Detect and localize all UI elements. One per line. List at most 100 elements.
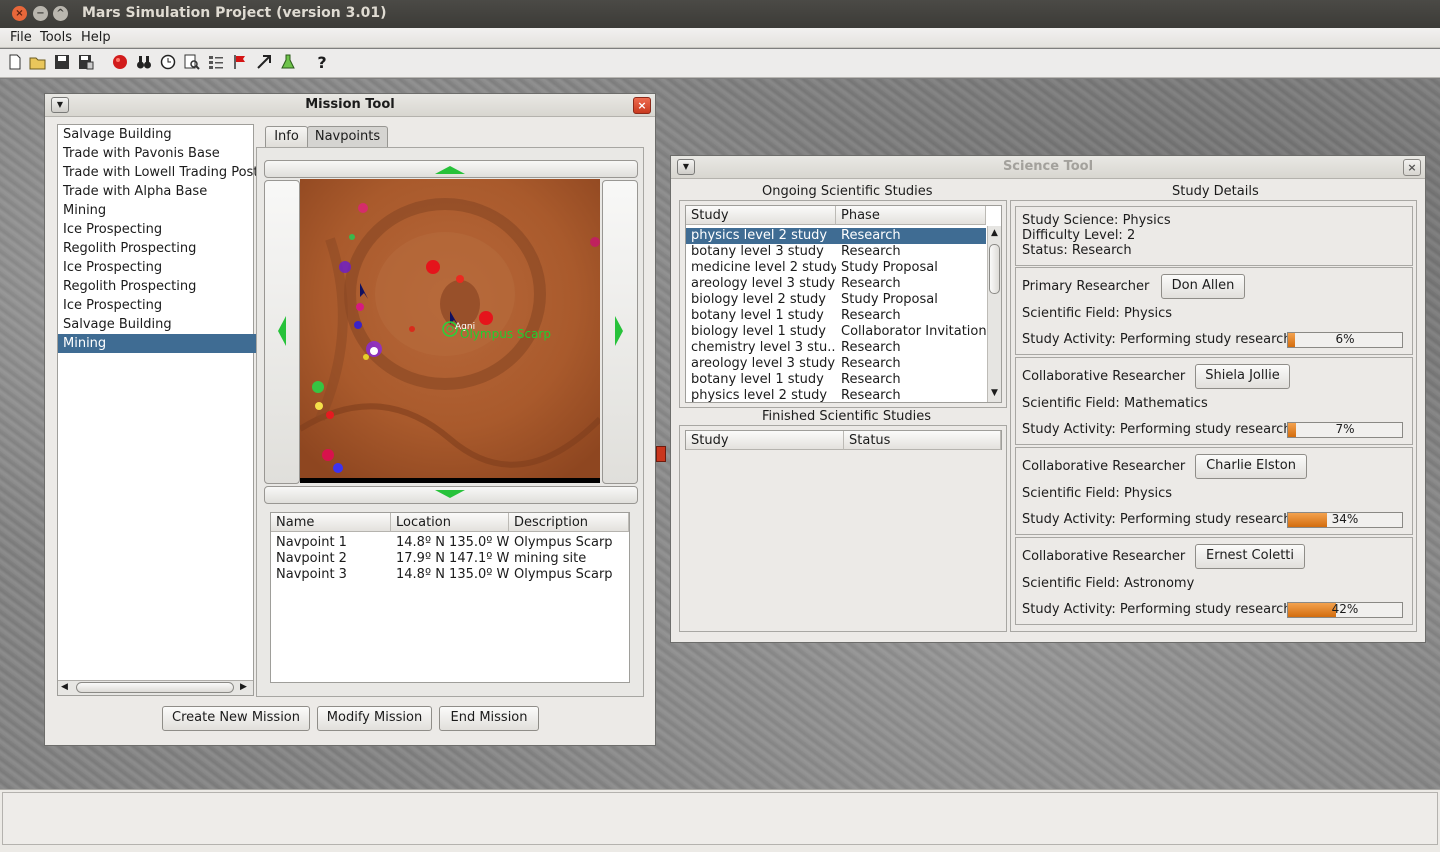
researcher-name-button[interactable]: Charlie Elston	[1195, 454, 1307, 479]
maximize-window-button[interactable]: ^	[53, 6, 68, 21]
researcher-name-button[interactable]: Ernest Coletti	[1195, 544, 1305, 569]
table-cell: mining site	[514, 551, 587, 566]
table-row[interactable]: biology level 2 study Study Proposal	[686, 292, 986, 308]
open-icon[interactable]	[29, 54, 47, 72]
table-row[interactable]: physics level 2 study Research	[686, 388, 986, 403]
navigation-map[interactable]: Agni Olympus Scarp	[300, 179, 600, 483]
menu-tools[interactable]: Tools	[40, 30, 72, 45]
mars-surface-map[interactable]: Agni Olympus Scarp	[300, 179, 600, 483]
list-icon[interactable]	[207, 54, 225, 72]
modify-mission-button[interactable]: Modify Mission	[317, 706, 432, 731]
table-row[interactable]: areology level 3 study Research	[686, 276, 986, 292]
table-row[interactable]: botany level 3 study Research	[686, 244, 986, 260]
resize-handle[interactable]	[656, 446, 666, 462]
mission-list-item[interactable]: Regolith Prospecting	[58, 239, 257, 258]
flag-icon[interactable]	[231, 54, 249, 72]
scrollbar-thumb[interactable]	[76, 682, 234, 693]
create-new-mission-button[interactable]: Create New Mission	[162, 706, 310, 731]
help-icon[interactable]: ?	[313, 54, 331, 72]
researcher-name-button[interactable]: Don Allen	[1161, 274, 1245, 299]
mission-list-item[interactable]: Ice Prospecting	[58, 258, 257, 277]
mission-list-item[interactable]: Ice Prospecting	[58, 220, 257, 239]
column-header-study[interactable]: Study	[686, 431, 844, 450]
menu-help[interactable]: Help	[81, 30, 111, 45]
phase-cell: Study Proposal	[841, 292, 938, 307]
researcher-box: Collaborative Researcher Charlie Elston Sc…	[1015, 447, 1413, 535]
researcher-name-button[interactable]: Shiela Jollie	[1195, 364, 1290, 389]
table-row[interactable]: botany level 1 study Research	[686, 372, 986, 388]
table-row[interactable]: medicine level 2 study Study Proposal	[686, 260, 986, 276]
scrollbar-thumb[interactable]	[989, 244, 1000, 294]
researcher-role: Collaborative Researcher	[1022, 459, 1186, 474]
menu-file[interactable]: File	[10, 30, 32, 45]
science-tool-titlebar[interactable]: ▼ Science Tool ×	[671, 156, 1425, 179]
pan-right-button[interactable]	[602, 180, 638, 484]
table-cell: 17.9º N 147.1º W	[396, 551, 509, 566]
phase-cell: Research	[841, 356, 901, 371]
science-tool-title: Science Tool	[1002, 159, 1094, 174]
pan-left-button[interactable]	[264, 180, 300, 484]
mission-list-item[interactable]: Regolith Prospecting	[58, 277, 257, 296]
close-window-button[interactable]: ×	[12, 6, 27, 21]
end-mission-button[interactable]: End Mission	[439, 706, 539, 731]
mars-icon[interactable]	[111, 54, 129, 72]
column-header-name[interactable]: Name	[271, 513, 391, 532]
column-header-phase[interactable]: Phase	[836, 206, 986, 225]
tab-navpoints[interactable]: Navpoints	[307, 126, 388, 148]
study-cell: botany level 1 study	[691, 372, 824, 387]
study-cell: physics level 2 study	[691, 388, 828, 403]
mission-list-item[interactable]: Salvage Building	[58, 125, 257, 144]
close-icon[interactable]: ×	[633, 97, 651, 114]
ongoing-scrollbar[interactable]: ▲ ▼	[987, 226, 1001, 402]
pan-down-button[interactable]	[264, 486, 638, 504]
scroll-left-icon[interactable]: ◀	[61, 682, 68, 692]
table-row[interactable]: Navpoint 2 17.9º N 147.1º W mining site	[271, 551, 629, 567]
column-header-status[interactable]: Status	[844, 431, 1001, 450]
mission-list-item[interactable]: Mining	[58, 334, 257, 353]
navigation-icon[interactable]	[255, 54, 273, 72]
column-header-study[interactable]: Study	[686, 206, 836, 225]
mission-list-item[interactable]: Mining	[58, 201, 257, 220]
mission-tool-title: Mission Tool	[305, 97, 395, 112]
flask-icon[interactable]	[279, 54, 297, 72]
progress-label: 42%	[1331, 602, 1359, 616]
tab-info[interactable]: Info	[265, 126, 308, 148]
table-row[interactable]: biology level 1 study Collaborator Invita…	[686, 324, 986, 340]
table-row[interactable]: botany level 1 study Research	[686, 308, 986, 324]
table-row[interactable]: areology level 3 study Research	[686, 356, 986, 372]
mission-list-item[interactable]: Trade with Alpha Base	[58, 182, 257, 201]
new-icon[interactable]	[6, 54, 24, 72]
progress-label: 7%	[1335, 422, 1355, 436]
table-row[interactable]: physics level 2 study Research	[686, 228, 986, 244]
column-header-location[interactable]: Location	[391, 513, 509, 532]
close-icon[interactable]: ×	[1403, 159, 1421, 176]
mission-list-item[interactable]: Trade with Lowell Trading Post	[58, 163, 258, 182]
pan-up-button[interactable]	[264, 160, 638, 178]
scientific-field: Scientific Field: Mathematics	[1022, 396, 1208, 411]
column-header-description[interactable]: Description	[509, 513, 629, 532]
scroll-down-icon[interactable]: ▼	[991, 388, 998, 398]
minimize-window-button[interactable]: −	[33, 6, 48, 21]
binoculars-icon[interactable]	[135, 54, 153, 72]
study-cell: biology level 1 study	[691, 324, 826, 339]
mission-list[interactable]: Salvage Building Trade with Pavonis Base T…	[57, 124, 258, 696]
search-icon[interactable]	[183, 54, 201, 72]
table-row[interactable]: Navpoint 1 14.8º N 135.0º W Olympus Scarp	[271, 535, 629, 551]
mission-list-scrollbar[interactable]: ◀ ▶	[58, 680, 253, 695]
table-cell: Navpoint 1	[276, 535, 347, 550]
save-as-icon[interactable]	[77, 54, 95, 72]
progress-label: 34%	[1331, 512, 1359, 526]
table-row[interactable]: chemistry level 3 stu... Research	[686, 340, 986, 356]
scroll-up-icon[interactable]: ▲	[991, 228, 998, 238]
mission-tool-titlebar[interactable]: ▼ Mission Tool ×	[45, 94, 655, 117]
table-row[interactable]: Navpoint 3 14.8º N 135.0º W Olympus Scarp	[271, 567, 629, 583]
mission-list-item[interactable]: Salvage Building	[58, 315, 257, 334]
save-icon[interactable]	[53, 54, 71, 72]
table-cell: 14.8º N 135.0º W	[396, 535, 509, 550]
clock-icon[interactable]	[159, 54, 177, 72]
study-progress-bar: 42%	[1287, 602, 1403, 618]
mission-list-item[interactable]: Trade with Pavonis Base	[58, 144, 257, 163]
mission-list-item[interactable]: Ice Prospecting	[58, 296, 257, 315]
scroll-right-icon[interactable]: ▶	[240, 682, 247, 692]
phase-cell: Research	[841, 340, 901, 355]
